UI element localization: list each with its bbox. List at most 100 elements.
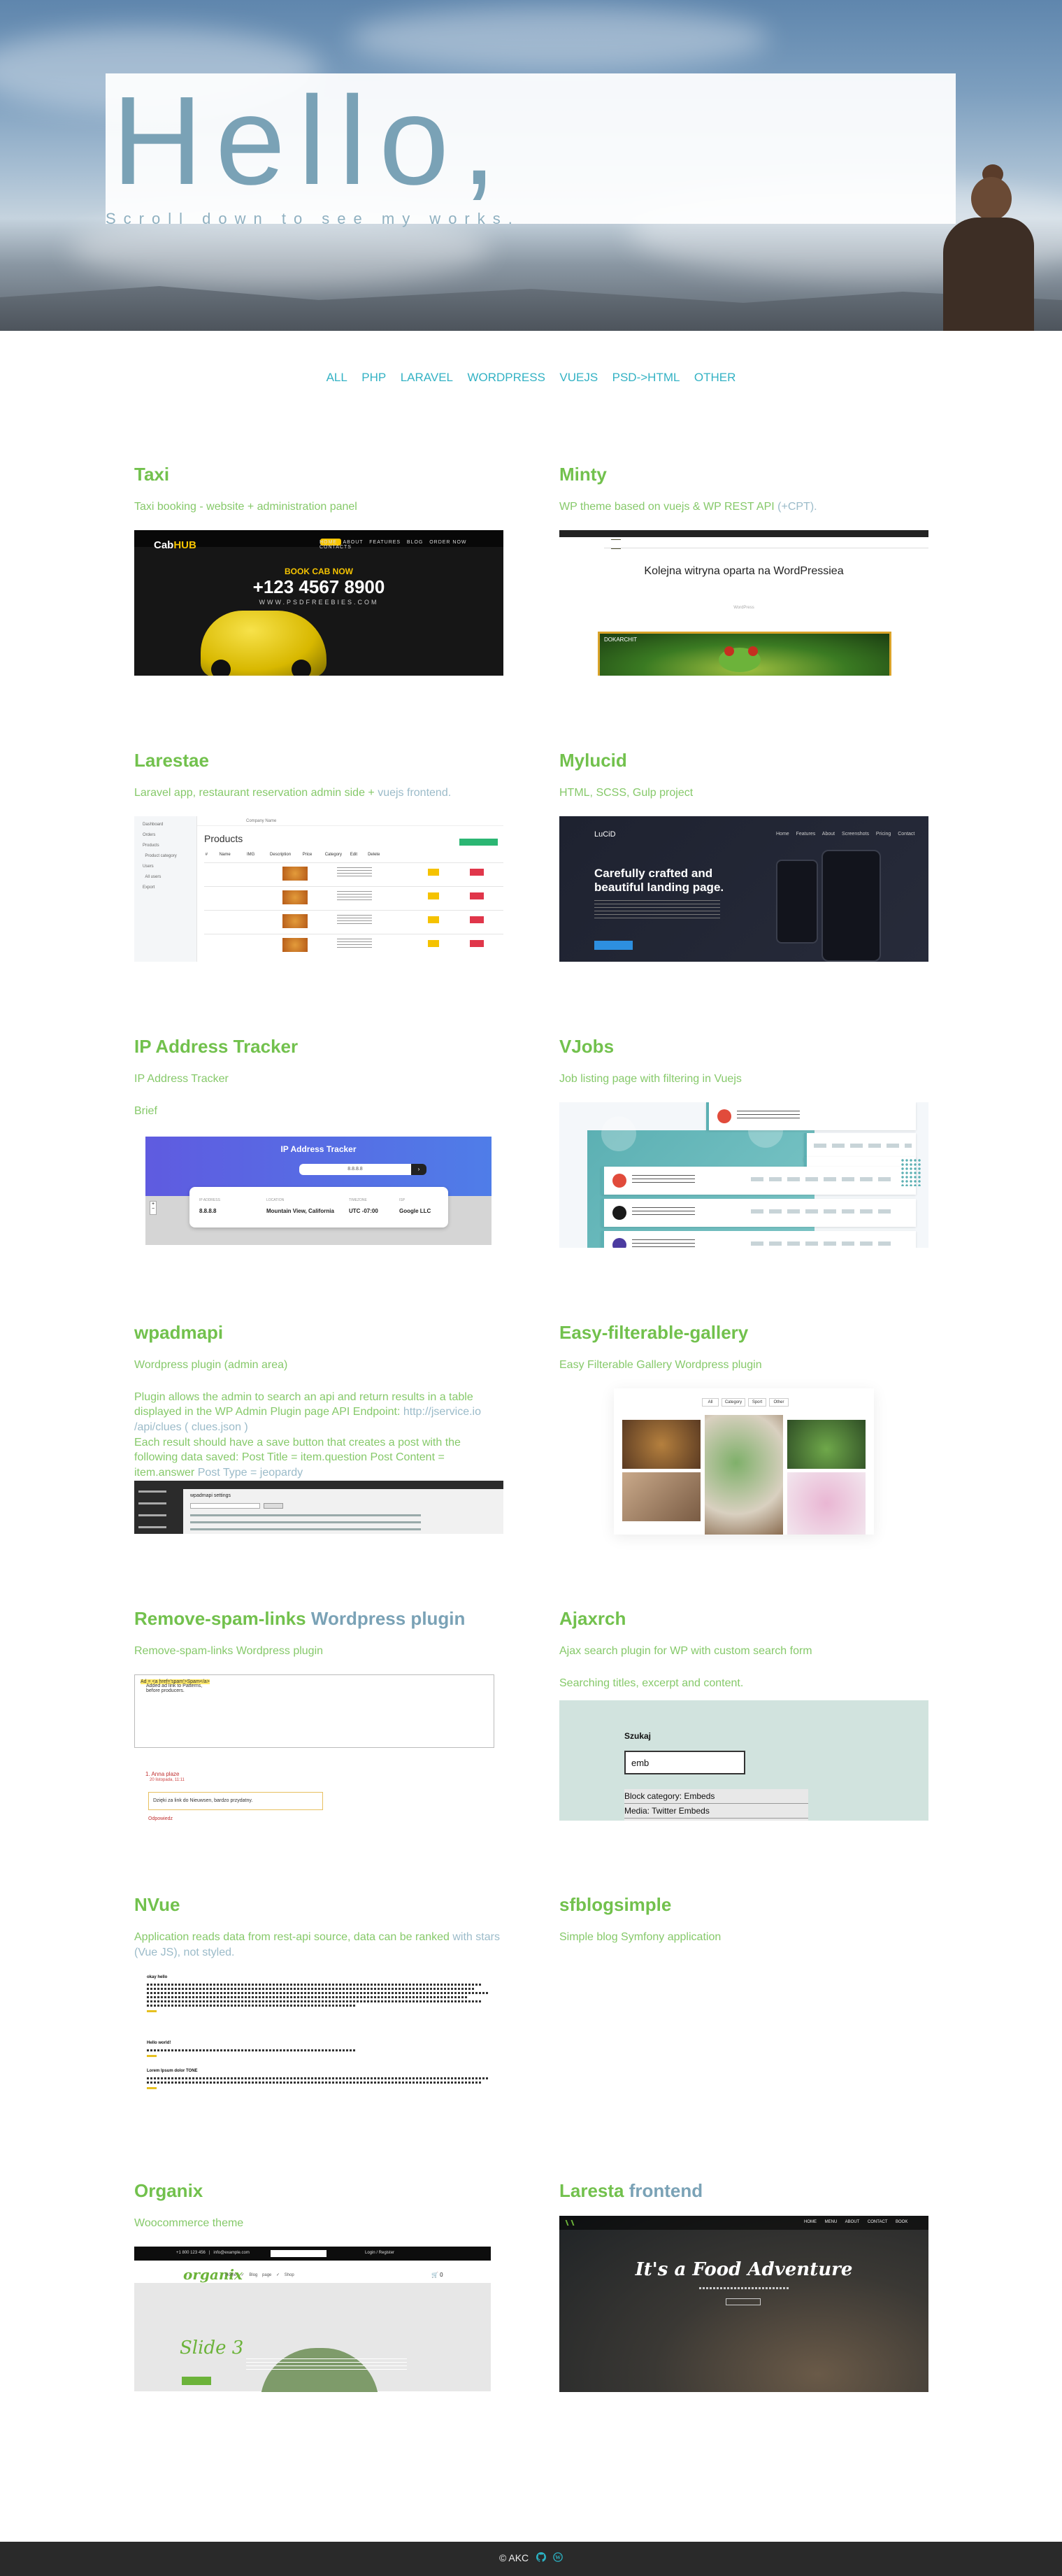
svg-text:W: W	[555, 2554, 561, 2561]
thumb-heading: IP Address Tracker	[280, 1144, 357, 1154]
thumb-heading: Carefully crafted and beautiful landing …	[594, 867, 724, 895]
project-title[interactable]: IP Address Tracker	[134, 1036, 505, 1058]
thumb-heading: Products	[204, 833, 243, 844]
project-title[interactable]: Larestae	[134, 750, 505, 771]
person-silhouette	[943, 163, 1034, 331]
project-mylucid: Mylucid HTML, SCSS, Gulp project	[559, 750, 930, 801]
project-description: Woocommerce theme	[134, 2217, 244, 2230]
portfolio-filters: ALL PHP LARAVEL WORDPRESS VUEJS PSD->HTM…	[0, 371, 1062, 385]
hero-subtitle: Scroll down to see my works.	[106, 210, 520, 227]
project-description: Job listing page with filtering in Vuejs	[559, 1073, 742, 1086]
project-thumbnail-nvue[interactable]: okay hello Hello world! Lorem Ipsum dolo…	[134, 1971, 503, 2097]
project-vjobs: VJobs Job listing page with filtering in…	[559, 1036, 930, 1087]
project-laresta-frontend: Laresta frontend	[559, 2180, 930, 2202]
phone-mockup	[776, 860, 818, 944]
footer: © AKC W	[0, 2542, 1062, 2576]
thumb-heading: Kolejna witryna oparta na WordPressiea	[644, 565, 844, 577]
filter-psd-html[interactable]: PSD->HTML	[612, 371, 680, 385]
project-description: Ajax search plugin for WP with custom se…	[559, 1645, 812, 1658]
copyright: © AKC	[498, 2552, 529, 2563]
project-ajaxrch: Ajaxrch Ajax search plugin for WP with c…	[559, 1608, 930, 1691]
project-brief-link[interactable]: Brief	[134, 1104, 505, 1119]
project-thumbnail-taxi[interactable]: CabHUB HOME ABOUT FEATURES BLOG ORDER NO…	[134, 530, 503, 676]
thumb-heading: It's a Food Adventure	[635, 2259, 853, 2280]
project-thumbnail-larestae[interactable]: Dashboard Orders Products Product category…	[134, 816, 503, 962]
project-title[interactable]: VJobs	[559, 1036, 930, 1058]
chevron-right-icon: ›	[411, 1164, 426, 1175]
filter-wordpress[interactable]: WORDPRESS	[467, 371, 545, 385]
filter-vuejs[interactable]: VUEJS	[559, 371, 598, 385]
project-description: IP Address Tracker	[134, 1073, 229, 1086]
project-title[interactable]: Mylucid	[559, 750, 930, 771]
thumb-comment-author: 1. Anna plaze	[145, 1771, 180, 1777]
thumb-nav: Home Features About Screenshots Pricing …	[776, 832, 915, 837]
project-larestae: Larestae Laravel app, restaurant reserva…	[134, 750, 505, 801]
project-title[interactable]: Remove-spam-links Wordpress plugin	[134, 1608, 505, 1630]
wordpress-icon[interactable]: W	[553, 2552, 563, 2564]
project-taxi: Taxi Taxi booking - website + administra…	[134, 464, 505, 515]
project-title[interactable]: Ajaxrch	[559, 1608, 930, 1630]
project-title[interactable]: Easy-filterable-gallery	[559, 1322, 930, 1344]
project-description: WP theme based on vuejs & WP REST API (+…	[559, 501, 817, 513]
project-sfblogsimple: sfblogsimple Simple blog Symfony applica…	[559, 1894, 930, 1945]
project-thumbnail-remove-spam[interactable]: Added ad link to Patterns, before produc…	[134, 1674, 503, 1833]
project-title[interactable]: NVue	[134, 1894, 505, 1916]
project-easy-filterable-gallery: Easy-filterable-gallery Easy Filterable …	[559, 1322, 930, 1373]
project-title[interactable]: Laresta frontend	[559, 2180, 930, 2202]
project-description: Easy Filterable Gallery Wordpress plugin	[559, 1359, 762, 1372]
project-minty: Minty WP theme based on vuejs & WP REST …	[559, 464, 930, 515]
search-label: Szukaj	[624, 1731, 652, 1741]
mountains	[0, 286, 1062, 331]
cart-icon: 🛒 0	[431, 2272, 443, 2278]
project-thumbnail-laresta[interactable]: HOME MENU ABOUT CONTACT BOOK It's a Food…	[559, 2216, 928, 2392]
project-wpadmapi: wpadmapi Wordpress plugin (admin area) P…	[134, 1322, 505, 1480]
project-description: Laravel app, restaurant reservation admi…	[134, 787, 452, 799]
hero-banner: Hello, Scroll down to see my works.	[0, 0, 1062, 331]
filter-other[interactable]: OTHER	[694, 371, 736, 385]
project-thumbnail-minty[interactable]: Kolejna witryna oparta na WordPressiea W…	[559, 530, 928, 676]
project-organix: Organix Woocommerce theme	[134, 2180, 505, 2231]
project-title[interactable]: Taxi	[134, 464, 505, 485]
logo-icon	[565, 2220, 575, 2226]
thumb-info-card: IP ADDRESS 8.8.8.8 LOCATION Mountain View,…	[189, 1187, 448, 1227]
project-description: Remove-spam-links Wordpress plugin	[134, 1645, 324, 1658]
project-title[interactable]: Minty	[559, 464, 930, 485]
thumb-slide-title: Slide 3	[180, 2337, 244, 2358]
github-icon[interactable]	[536, 2552, 546, 2564]
project-description: Application reads data from rest-api sou…	[134, 1931, 500, 1958]
thumb-nav: HOME MENU ABOUT CONTACT BOOK	[804, 2220, 908, 2224]
phone-mockup	[821, 850, 881, 962]
project-thumbnail-organix[interactable]: +1 800 123 456 | info@example.com Login /…	[134, 2247, 491, 2392]
thumb-ip-input: 8.8.8.8	[299, 1164, 411, 1175]
project-thumbnail-mylucid[interactable]: LuCiD Home Features About Screenshots Pr…	[559, 816, 928, 962]
thumb-frog-image: DOKARCHIT	[598, 632, 891, 676]
cloud	[350, 7, 769, 70]
project-description: HTML, SCSS, Gulp project	[559, 787, 694, 799]
filter-laravel[interactable]: LARAVEL	[401, 371, 453, 385]
filter-php[interactable]: PHP	[361, 371, 386, 385]
project-thumbnail-vjobs[interactable]	[559, 1102, 928, 1248]
filter-all[interactable]: ALL	[327, 371, 347, 385]
project-title[interactable]: sfblogsimple	[559, 1894, 930, 1916]
project-details: Plugin allows the admin to search an api…	[134, 1390, 481, 1479]
thumb-website: WWW.PSDFREEBIES.COM	[259, 599, 379, 606]
project-thumbnail-wpadmapi[interactable]: wpadmapi settings	[134, 1481, 503, 1534]
project-thumbnail-ip-tracker[interactable]: IP Address Tracker 8.8.8.8 › + − IP ADDRE…	[145, 1137, 491, 1247]
thumb-heading: wpadmapi settings	[190, 1493, 231, 1498]
project-title[interactable]: wpadmapi	[134, 1322, 505, 1344]
thumb-cta: BOOK CAB NOW	[285, 567, 353, 576]
thumb-logo: CabHUB	[154, 539, 196, 551]
hero-title: Hello,	[112, 71, 510, 211]
project-nvue: NVue Application reads data from rest-ap…	[134, 1894, 505, 1960]
search-suggestions: Block category: Embeds Media: Twitter Em…	[624, 1789, 808, 1821]
project-remove-spam-links: Remove-spam-links Wordpress plugin Remov…	[134, 1608, 505, 1659]
project-thumbnail-gallery[interactable]: All Category Sport Other	[614, 1388, 874, 1535]
project-thumbnail-ajaxrch[interactable]: Szukaj emb Block category: Embeds Media:…	[559, 1700, 928, 1821]
thumb-logo: LuCiD	[594, 830, 616, 839]
project-description: Taxi booking - website + administration …	[134, 501, 357, 513]
project-title[interactable]: Organix	[134, 2180, 505, 2202]
thumb-phone: +123 4567 8900	[252, 576, 385, 597]
thumb-nav: Home ✓ Blog page ✓ Shop	[225, 2273, 294, 2277]
project-ip-address-tracker: IP Address Tracker IP Address Tracker Br…	[134, 1036, 505, 1118]
project-details: Searching titles, excerpt and content.	[559, 1677, 744, 1689]
